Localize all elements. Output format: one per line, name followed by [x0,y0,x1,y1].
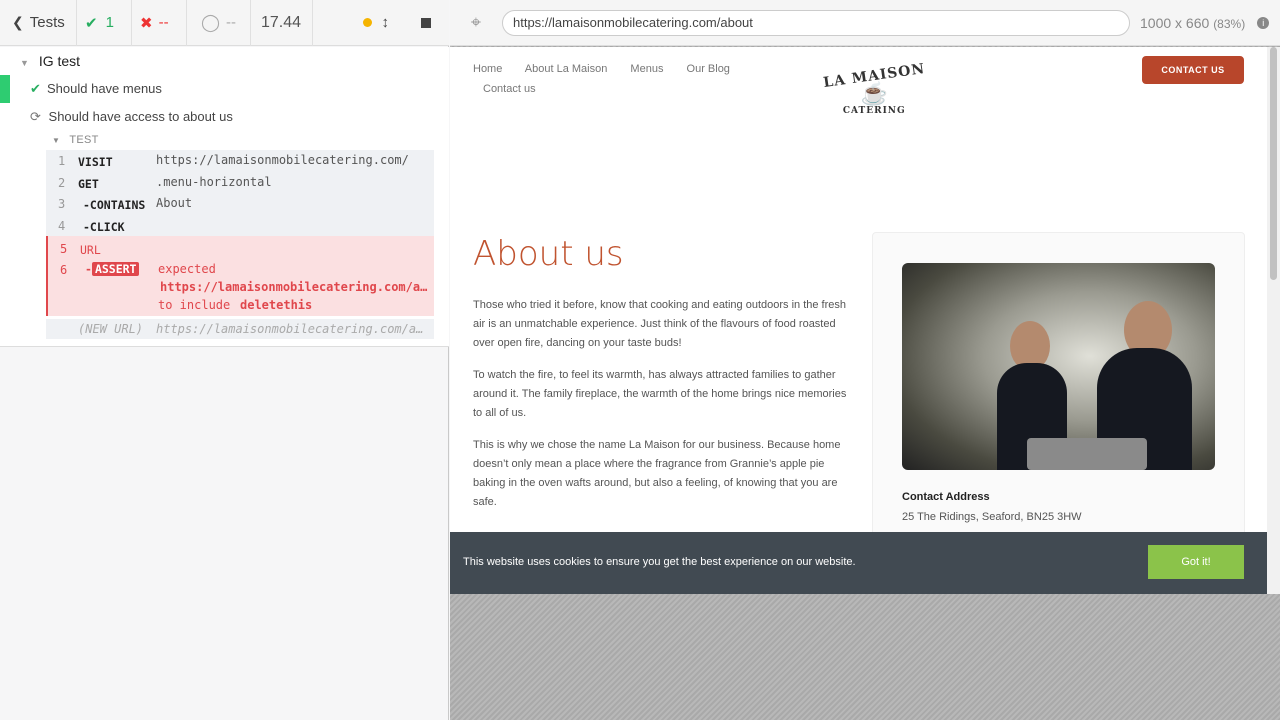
info-icon[interactable]: i [1257,16,1270,29]
nav-about[interactable]: About La Maison [525,63,608,75]
suite-label: IG test [38,53,81,69]
command-number: 4 [58,218,66,233]
command-name: -CLICK [83,219,125,234]
auto-scroll-icon[interactable]: ↕ [382,14,390,31]
passed-count: ✔ 1 [77,0,132,46]
tests-back-button[interactable]: ❮ Tests [0,0,77,46]
pass-indicator [0,75,10,103]
failed-command[interactable]: 5 URL 6 - ASSERT expected https://lamaiso… [46,236,434,316]
command-arg: About [156,196,193,210]
command-name: -CONTAINS [83,198,146,212]
command-number: 3 [58,197,66,211]
new-url-value: https://lamaisonmobilecatering.com/a… [156,322,424,336]
test-runner-panel: ❮ Tests ✔ 1 ✖ -- ◯ -- 17.44 ↕ ▼ IG test … [0,0,449,720]
runner-toolbar: ❮ Tests ✔ 1 ✖ -- ◯ -- 17.44 ↕ [0,0,449,46]
contact-address-value: 25 The Ridings, Seaford, BN25 3HW [902,511,1082,523]
command-name: GET [78,176,99,191]
selector-playground-icon[interactable]: ⌖ [450,12,502,33]
team-photo [902,263,1215,470]
actual-url: https://lamaisonmobilecatering.com/a… [160,280,428,294]
app-preview-panel: ⌖ https://lamaisonmobilecatering.com/abo… [450,0,1280,720]
test-label: Should have menus [47,81,162,96]
paragraph: To watch the fire, to feel its warmth, h… [473,369,847,419]
passed-value: 1 [105,14,114,31]
new-url-label: (NEW URL) [78,322,144,336]
contact-us-button[interactable]: CONTACT US [1142,56,1244,84]
cookie-banner: This website uses cookies to ensure you … [450,532,1267,594]
contact-address-title: Contact Address [902,491,990,503]
pending-circle-icon: ◯ [201,12,221,32]
command-number: 6 [60,263,68,277]
test-item-menus[interactable]: ✔ Should have menus [0,75,449,103]
failed-count: ✖ -- [132,0,187,46]
nav-contact[interactable]: Contact us [483,83,536,95]
nav-home[interactable]: Home [473,63,502,75]
site-logo[interactable]: LA MAISON ☕ CATERING [822,61,926,116]
section-test[interactable]: ▼ TEST [52,134,99,146]
running-dot-icon [362,18,372,27]
command-name: URL [80,243,101,257]
cookie-accept-button[interactable]: Got it! [1148,545,1244,579]
refresh-icon: ⟳ [30,109,41,124]
test-item-about[interactable]: ⟳ Should have access to about us [30,109,233,125]
command-name: VISIT [78,155,113,169]
command-log: ▼ IG test ✔ Should have menus ⟳ Should h… [0,47,449,347]
command-number: 1 [58,154,66,168]
page-heading: About us [473,234,624,274]
website-frame: Home About La Maison Menus Our Blog Cont… [450,47,1267,594]
pending-count: ◯ -- [187,0,251,46]
command-number: 5 [60,242,68,256]
command-arg: .menu-horizontal [156,174,272,189]
new-url-row[interactable]: (NEW URL) https://lamaisonmobilecatering… [46,319,434,339]
expected-value: deletethis [240,298,313,312]
preview-url-bar: ⌖ https://lamaisonmobilecatering.com/abo… [450,0,1280,46]
expected-label: expected [158,262,216,276]
caret-down-icon: ▼ [52,136,61,145]
logo-subtext: CATERING [842,106,906,116]
failed-value: -- [158,14,169,31]
run-controls: ↕ [313,0,449,46]
include-label: to include [158,298,231,312]
paragraph: Those who tried it before, know that coo… [473,299,847,349]
pending-value: -- [226,14,237,31]
tests-label: Tests [29,14,65,31]
test-label: Should have access to about us [48,109,233,124]
stop-icon[interactable] [421,17,431,28]
command-number: 2 [58,175,66,190]
viewport-size: 1000 x 660 (83%) [1140,15,1245,31]
command-row[interactable]: 4 -CLICK [46,214,434,236]
site-nav: Home About La Maison Menus Our Blog [473,63,750,75]
command-arg: https://lamaisonmobilecatering.com/ [156,153,409,167]
duration: 17.44 [251,0,313,46]
url-field[interactable]: https://lamaisonmobilecatering.com/about [502,9,1130,36]
paragraph: This is why we chose the name La Maison … [473,439,841,508]
scrollbar[interactable] [1267,47,1280,594]
assert-command: - ASSERT [85,262,140,276]
x-icon: ✖ [140,14,153,32]
viewport-dims: 1000 x 660 [1140,14,1210,31]
viewport-zoom: (83%) [1213,16,1246,31]
chevron-left-icon: ❮ [12,14,24,30]
check-icon: ✔ [85,14,98,32]
command-row[interactable]: 3 -CONTAINS About [46,193,434,215]
command-row[interactable]: 2 GET .menu-horizontal [46,171,434,193]
assert-badge: ASSERT [91,262,140,276]
check-icon: ✔ [30,81,41,96]
cookie-text: This website uses cookies to ensure you … [463,556,856,568]
nav-blog[interactable]: Our Blog [687,63,730,75]
caret-down-icon: ▼ [20,58,29,68]
nav-menus[interactable]: Menus [630,63,663,75]
command-row[interactable]: 1 VISIT https://lamaisonmobilecatering.c… [46,150,434,172]
suite-title[interactable]: ▼ IG test [20,53,80,69]
section-label: TEST [69,134,99,146]
scrollbar-thumb[interactable] [1270,47,1277,280]
command-list: 1 VISIT https://lamaisonmobilecatering.c… [46,150,434,339]
